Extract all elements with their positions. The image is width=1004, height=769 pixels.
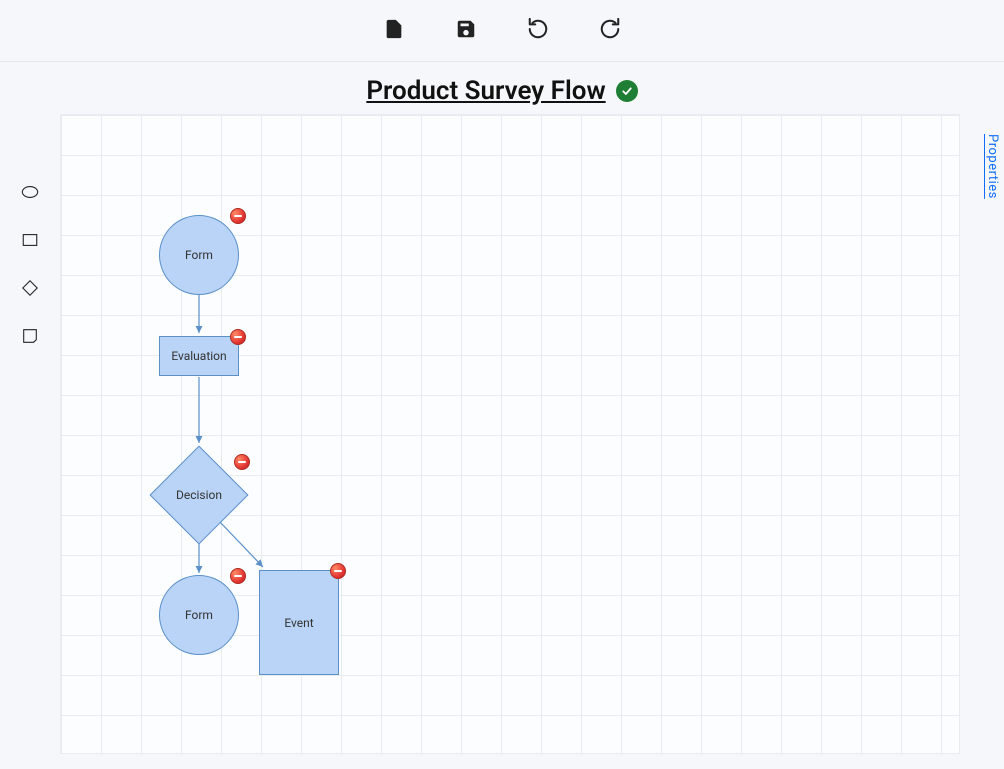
properties-tab[interactable]: Properties	[985, 134, 1000, 199]
node-label: Event	[284, 616, 313, 630]
undo-icon	[527, 18, 549, 44]
checkmark-icon	[621, 82, 633, 101]
stencil-rectangle[interactable]	[20, 232, 40, 252]
diagram-canvas[interactable]: Form Evaluation Decision Form Event	[60, 114, 960, 754]
node-event[interactable]: Event	[259, 570, 339, 675]
node-decision[interactable]: Decision	[164, 460, 234, 530]
status-badge	[616, 80, 638, 102]
stencil-palette	[0, 114, 60, 761]
main-area: Form Evaluation Decision Form Event	[0, 114, 1004, 761]
connectors-layer	[61, 115, 961, 755]
stencil-event[interactable]	[20, 328, 40, 348]
stencil-ellipse[interactable]	[20, 184, 40, 204]
event-icon	[21, 327, 39, 349]
node-label: Evaluation	[171, 349, 226, 363]
redo-icon	[599, 18, 621, 44]
top-toolbar	[0, 0, 1004, 62]
node-form-1[interactable]: Form	[159, 215, 239, 295]
delete-node-button[interactable]	[230, 568, 246, 584]
undo-button[interactable]	[522, 15, 554, 47]
redo-button[interactable]	[594, 15, 626, 47]
file-icon	[383, 18, 405, 44]
node-evaluation[interactable]: Evaluation	[159, 336, 239, 376]
delete-node-button[interactable]	[230, 329, 246, 345]
rectangle-icon	[21, 231, 39, 253]
node-form-2[interactable]: Form	[159, 575, 239, 655]
diamond-icon	[21, 279, 39, 301]
delete-node-button[interactable]	[234, 454, 250, 470]
save-button[interactable]	[450, 15, 482, 47]
delete-node-button[interactable]	[230, 208, 246, 224]
delete-node-button[interactable]	[330, 563, 346, 579]
node-label: Form	[185, 608, 213, 622]
diagram-title[interactable]: Product Survey Flow	[366, 76, 605, 106]
ellipse-icon	[21, 183, 39, 205]
new-file-button[interactable]	[378, 15, 410, 47]
save-icon	[455, 18, 477, 44]
node-label: Decision	[176, 488, 222, 502]
node-label: Form	[185, 248, 213, 262]
canvas-wrap: Form Evaluation Decision Form Event	[60, 114, 974, 761]
title-row: Product Survey Flow	[0, 76, 1004, 106]
stencil-diamond[interactable]	[20, 280, 40, 300]
